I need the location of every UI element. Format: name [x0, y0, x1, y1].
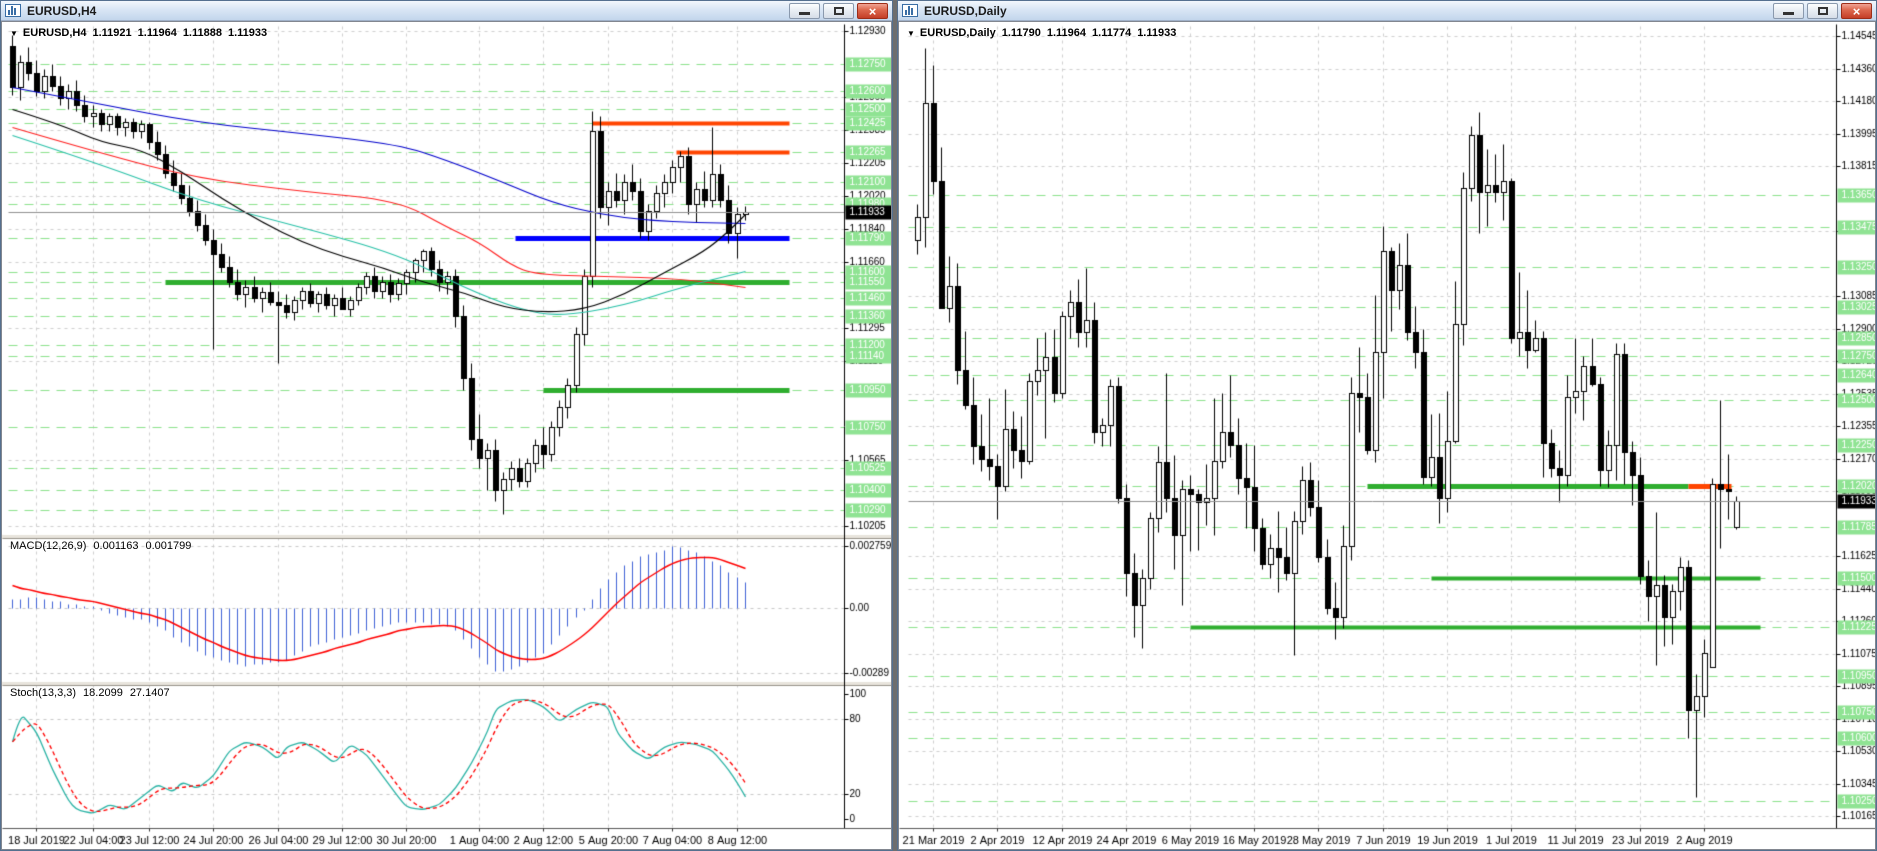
close-button[interactable]: × [1841, 3, 1872, 19]
quote-open: 1.11790 [1002, 27, 1041, 39]
quote-close: 1.11933 [228, 27, 267, 39]
macd-signal-value: 0.001799 [146, 540, 192, 552]
quote-low: 1.11774 [1092, 27, 1131, 39]
chart-client-daily: ▼ EURUSD,Daily 1.11790 1.11964 1.11774 1.1193… [898, 21, 1876, 850]
chart-client-h4: ▼ EURUSD,H4 1.11921 1.11964 1.11888 1.11933 M… [1, 21, 892, 850]
stoch-name: Stoch(13,3,3) [10, 687, 76, 699]
stoch-d-value: 27.1407 [130, 687, 170, 699]
chart-window-icon[interactable] [5, 4, 21, 17]
symbol-dropdown-icon[interactable]: ▼ [907, 29, 915, 38]
daily-chart-canvas[interactable] [899, 22, 1875, 850]
restore-icon [1818, 7, 1828, 15]
quote-line-h4: ▼ EURUSD,H4 1.11921 1.11964 1.11888 1.11933 [10, 27, 273, 39]
close-icon: × [1853, 4, 1861, 19]
quote-low: 1.11888 [183, 27, 222, 39]
quote-high: 1.11964 [1047, 27, 1086, 39]
quote-line-daily: ▼ EURUSD,Daily 1.11790 1.11964 1.11774 1.1193… [907, 27, 1182, 39]
close-icon: × [869, 4, 877, 19]
restore-icon [834, 7, 844, 15]
stoch-k-value: 18.2099 [83, 687, 123, 699]
quote-symbol: EURUSD,H4 [23, 27, 87, 39]
quote-open: 1.11921 [93, 27, 132, 39]
quote-high: 1.11964 [138, 27, 177, 39]
chart-window-daily: EURUSD,Daily × ▼ EURUSD,Daily 1.11790 1.119… [897, 0, 1877, 851]
macd-label: MACD(12,26,9) 0.001163 0.001799 [10, 540, 198, 552]
minimize-button[interactable] [789, 3, 820, 19]
symbol-dropdown-icon[interactable]: ▼ [10, 29, 18, 38]
macd-name: MACD(12,26,9) [10, 540, 86, 552]
stoch-label: Stoch(13,3,3) 18.2099 27.1407 [10, 687, 177, 699]
window-title: EURUSD,H4 [27, 4, 789, 18]
h4-chart-canvas[interactable] [2, 22, 891, 850]
minimize-button[interactable] [1773, 3, 1804, 19]
window-title: EURUSD,Daily [924, 4, 1773, 18]
restore-button[interactable] [1807, 3, 1838, 19]
chart-window-h4: EURUSD,H4 × ▼ EURUSD,H4 1.11921 1.11964 1.11… [0, 0, 893, 851]
titlebar-h4[interactable]: EURUSD,H4 × [1, 1, 892, 21]
quote-symbol: EURUSD,Daily [920, 27, 996, 39]
restore-button[interactable] [823, 3, 854, 19]
mt4-workspace: EURUSD,H4 × ▼ EURUSD,H4 1.11921 1.11964 1.11… [0, 0, 1877, 851]
macd-main-value: 0.001163 [93, 540, 138, 552]
quote-close: 1.11933 [1137, 27, 1176, 39]
chart-window-icon[interactable] [902, 4, 918, 17]
close-button[interactable]: × [857, 3, 888, 19]
minimize-icon [799, 12, 810, 15]
minimize-icon [1783, 12, 1794, 15]
titlebar-daily[interactable]: EURUSD,Daily × [898, 1, 1876, 21]
